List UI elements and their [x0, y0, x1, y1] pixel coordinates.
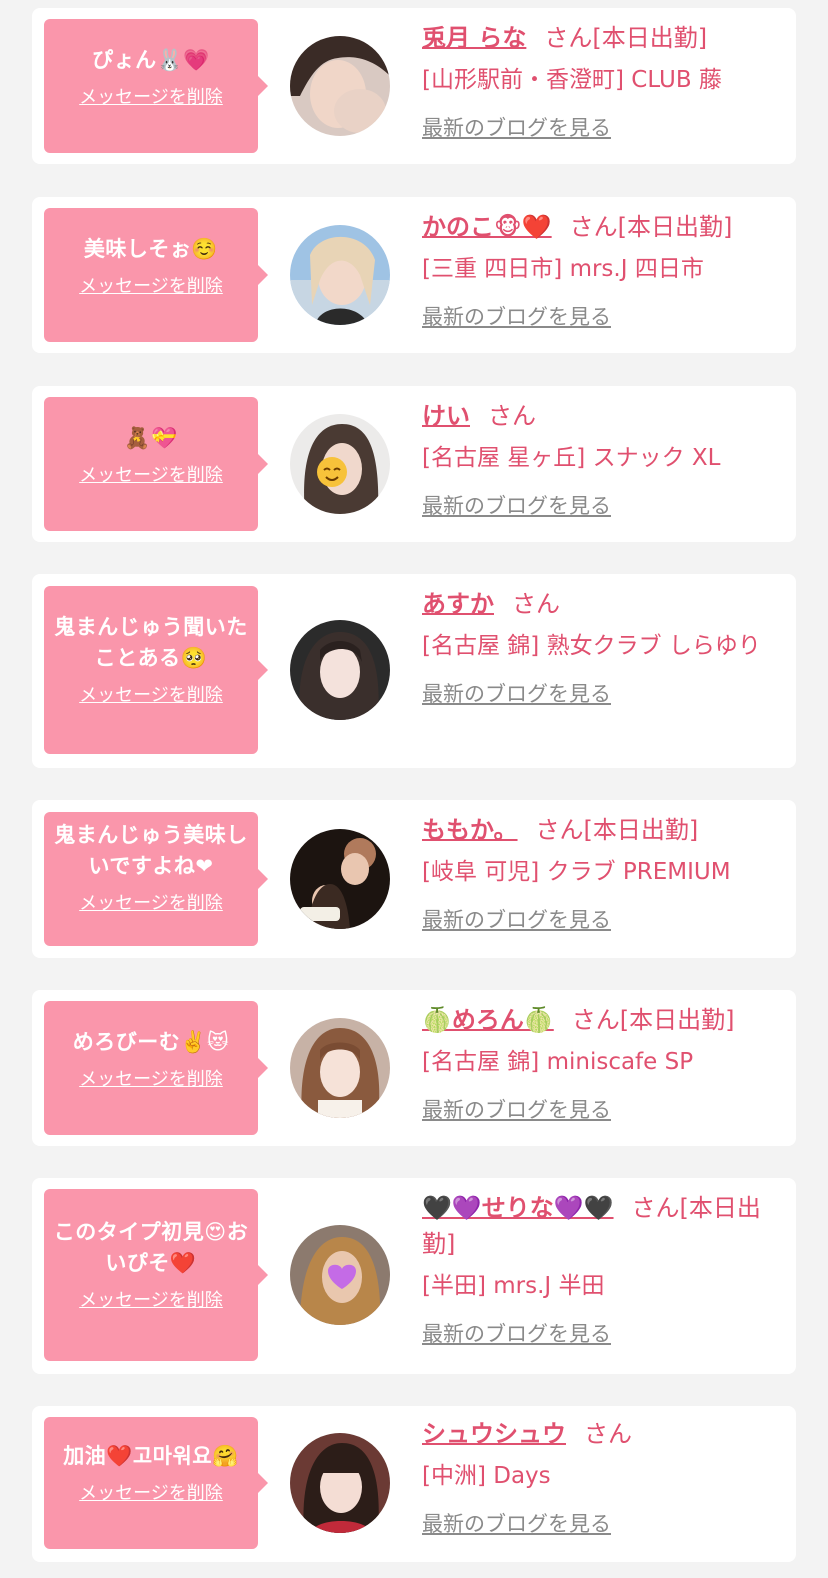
- message-text: 鬼まんじゅう美味しいですよね❤: [54, 823, 248, 878]
- cast-name-link[interactable]: けい: [422, 402, 470, 430]
- delete-message-button[interactable]: メッセージを削除: [79, 86, 223, 110]
- message-text: このタイプ初見😍おいぴそ❤️: [53, 1220, 249, 1275]
- latest-blog-link[interactable]: 最新のブログを見る: [422, 490, 611, 520]
- message-text: めろびーむ✌️😻: [72, 1030, 230, 1054]
- shop-name: [名古屋 錦] 熟女クラブ しらゆり: [422, 633, 761, 659]
- delete-message-button[interactable]: メッセージを削除: [79, 275, 223, 299]
- latest-blog-link[interactable]: 最新のブログを見る: [422, 1318, 611, 1348]
- work-status: [本日出勤]: [617, 213, 733, 241]
- message-card: 鬼まんじゅう美味しいですよね❤ メッセージを削除 ももか。 さん[本日出勤] [岐…: [32, 800, 796, 958]
- latest-blog-link[interactable]: 最新のブログを見る: [422, 112, 611, 142]
- message-text: 加油❤️고마워요🤗: [63, 1444, 239, 1468]
- shop-name: [名古屋 星ヶ丘] スナック XL: [422, 445, 721, 471]
- cast-name-link[interactable]: シュウシュウ: [422, 1420, 566, 1448]
- cast-name-link[interactable]: 🖤💜せりな💜🖤: [422, 1194, 614, 1222]
- cast-info: ももか。 さん[本日出勤] [岐阜 可児] クラブ PREMIUM 最新のブログを…: [422, 812, 776, 934]
- honorific: さん: [571, 1006, 620, 1034]
- delete-message-button[interactable]: メッセージを削除: [79, 684, 223, 708]
- avatar[interactable]: [290, 620, 390, 720]
- latest-blog-link[interactable]: 最新のブログを見る: [422, 904, 611, 934]
- message-bubble: 🧸💝 メッセージを削除: [44, 397, 268, 531]
- avatar[interactable]: [290, 36, 390, 136]
- message-card: めろびーむ✌️😻 メッセージを削除 🍈めろん🍈 さん[本日出勤] [名古屋 錦] …: [32, 990, 796, 1146]
- cast-name-link[interactable]: かのこ🐵❤️: [422, 213, 552, 241]
- shop-name: [岐阜 可児] クラブ PREMIUM: [422, 859, 731, 885]
- latest-blog-link[interactable]: 最新のブログを見る: [422, 678, 611, 708]
- avatar[interactable]: [290, 1433, 390, 1533]
- message-text: ぴょん🐰💗: [92, 48, 210, 72]
- honorific: さん: [569, 213, 618, 241]
- message-card: ぴょん🐰💗 メッセージを削除 兎月 らな さん[本日出勤] [山形駅前・香澄町] …: [32, 8, 796, 164]
- message-text: 🧸💝: [124, 426, 178, 450]
- honorific: さん: [631, 1194, 680, 1222]
- avatar[interactable]: [290, 1018, 390, 1118]
- delete-message-button[interactable]: メッセージを削除: [79, 464, 223, 488]
- honorific: さん: [535, 816, 584, 844]
- latest-blog-link[interactable]: 最新のブログを見る: [422, 1094, 611, 1124]
- work-status: [本日出勤]: [592, 24, 708, 52]
- message-bubble: 鬼まんじゅう美味しいですよね❤ メッセージを削除: [44, 812, 268, 946]
- shop-name: [半田] mrs.J 半田: [422, 1273, 605, 1299]
- message-card: 美味しそぉ☺️ メッセージを削除 かのこ🐵❤️ さん[本日出勤] [三重 四日市]…: [32, 197, 796, 353]
- shop-name: [中洲] Days: [422, 1463, 551, 1489]
- latest-blog-link[interactable]: 最新のブログを見る: [422, 1508, 611, 1538]
- message-text: 鬼まんじゅう聞いたことある🥺: [54, 615, 248, 670]
- work-status: [本日出勤]: [619, 1006, 735, 1034]
- avatar[interactable]: [290, 1225, 390, 1325]
- message-bubble: 鬼まんじゅう聞いたことある🥺 メッセージを削除: [44, 586, 268, 754]
- cast-name-link[interactable]: 🍈めろん🍈: [422, 1006, 554, 1034]
- honorific: さん: [512, 590, 560, 618]
- message-text: 美味しそぉ☺️: [83, 237, 219, 261]
- delete-message-button[interactable]: メッセージを削除: [79, 892, 223, 916]
- shop-name: [三重 四日市] mrs.J 四日市: [422, 256, 704, 282]
- cast-info: シュウシュウ さん [中洲] Days 最新のブログを見る: [422, 1416, 776, 1538]
- honorific: さん: [584, 1420, 632, 1448]
- cast-info: 兎月 らな さん[本日出勤] [山形駅前・香澄町] CLUB 藤 最新のブログを見…: [422, 20, 776, 142]
- cast-name-link[interactable]: ももか。: [422, 816, 518, 844]
- message-list: ぴょん🐰💗 メッセージを削除 兎月 らな さん[本日出勤] [山形駅前・香澄町] …: [0, 0, 828, 1578]
- message-bubble: 美味しそぉ☺️ メッセージを削除: [44, 208, 268, 342]
- delete-message-button[interactable]: メッセージを削除: [79, 1289, 223, 1313]
- shop-name: [山形駅前・香澄町] CLUB 藤: [422, 67, 722, 93]
- cast-info: かのこ🐵❤️ さん[本日出勤] [三重 四日市] mrs.J 四日市 最新のブログ…: [422, 209, 776, 331]
- avatar[interactable]: [290, 225, 390, 325]
- cast-name-link[interactable]: あすか: [422, 590, 494, 618]
- delete-message-button[interactable]: メッセージを削除: [79, 1482, 223, 1506]
- cast-info: 🍈めろん🍈 さん[本日出勤] [名古屋 錦] miniscafe SP 最新のブロ…: [422, 1002, 776, 1124]
- message-card: このタイプ初見😍おいぴそ❤️ メッセージを削除 🖤💜せりな💜🖤 さん[本日出勤] …: [32, 1178, 796, 1374]
- latest-blog-link[interactable]: 最新のブログを見る: [422, 301, 611, 331]
- message-bubble: ぴょん🐰💗 メッセージを削除: [44, 19, 268, 153]
- cast-name-link[interactable]: 兎月 らな: [422, 24, 526, 52]
- message-card: 鬼まんじゅう聞いたことある🥺 メッセージを削除 あすか さん [名古屋 錦] 熟女…: [32, 574, 796, 768]
- honorific: さん: [544, 24, 593, 52]
- message-bubble: 加油❤️고마워요🤗 メッセージを削除: [44, 1417, 268, 1549]
- cast-info: あすか さん [名古屋 錦] 熟女クラブ しらゆり 最新のブログを見る: [422, 586, 776, 708]
- message-card: 加油❤️고마워요🤗 メッセージを削除 シュウシュウ さん [中洲] Days 最新…: [32, 1406, 796, 1562]
- avatar[interactable]: [290, 829, 390, 929]
- work-status: [本日出勤]: [583, 816, 699, 844]
- shop-name: [名古屋 錦] miniscafe SP: [422, 1049, 694, 1075]
- delete-message-button[interactable]: メッセージを削除: [79, 1068, 223, 1092]
- message-bubble: このタイプ初見😍おいぴそ❤️ メッセージを削除: [44, 1189, 268, 1361]
- cast-info: 🖤💜せりな💜🖤 さん[本日出勤] [半田] mrs.J 半田 最新のブログを見る: [422, 1190, 776, 1348]
- message-card: 🧸💝 メッセージを削除 けい さん [名古屋 星ヶ丘] スナック XL 最新のブロ…: [32, 386, 796, 542]
- avatar[interactable]: [290, 414, 390, 514]
- message-bubble: めろびーむ✌️😻 メッセージを削除: [44, 1001, 268, 1135]
- honorific: さん: [488, 402, 536, 430]
- cast-info: けい さん [名古屋 星ヶ丘] スナック XL 最新のブログを見る: [422, 398, 776, 520]
